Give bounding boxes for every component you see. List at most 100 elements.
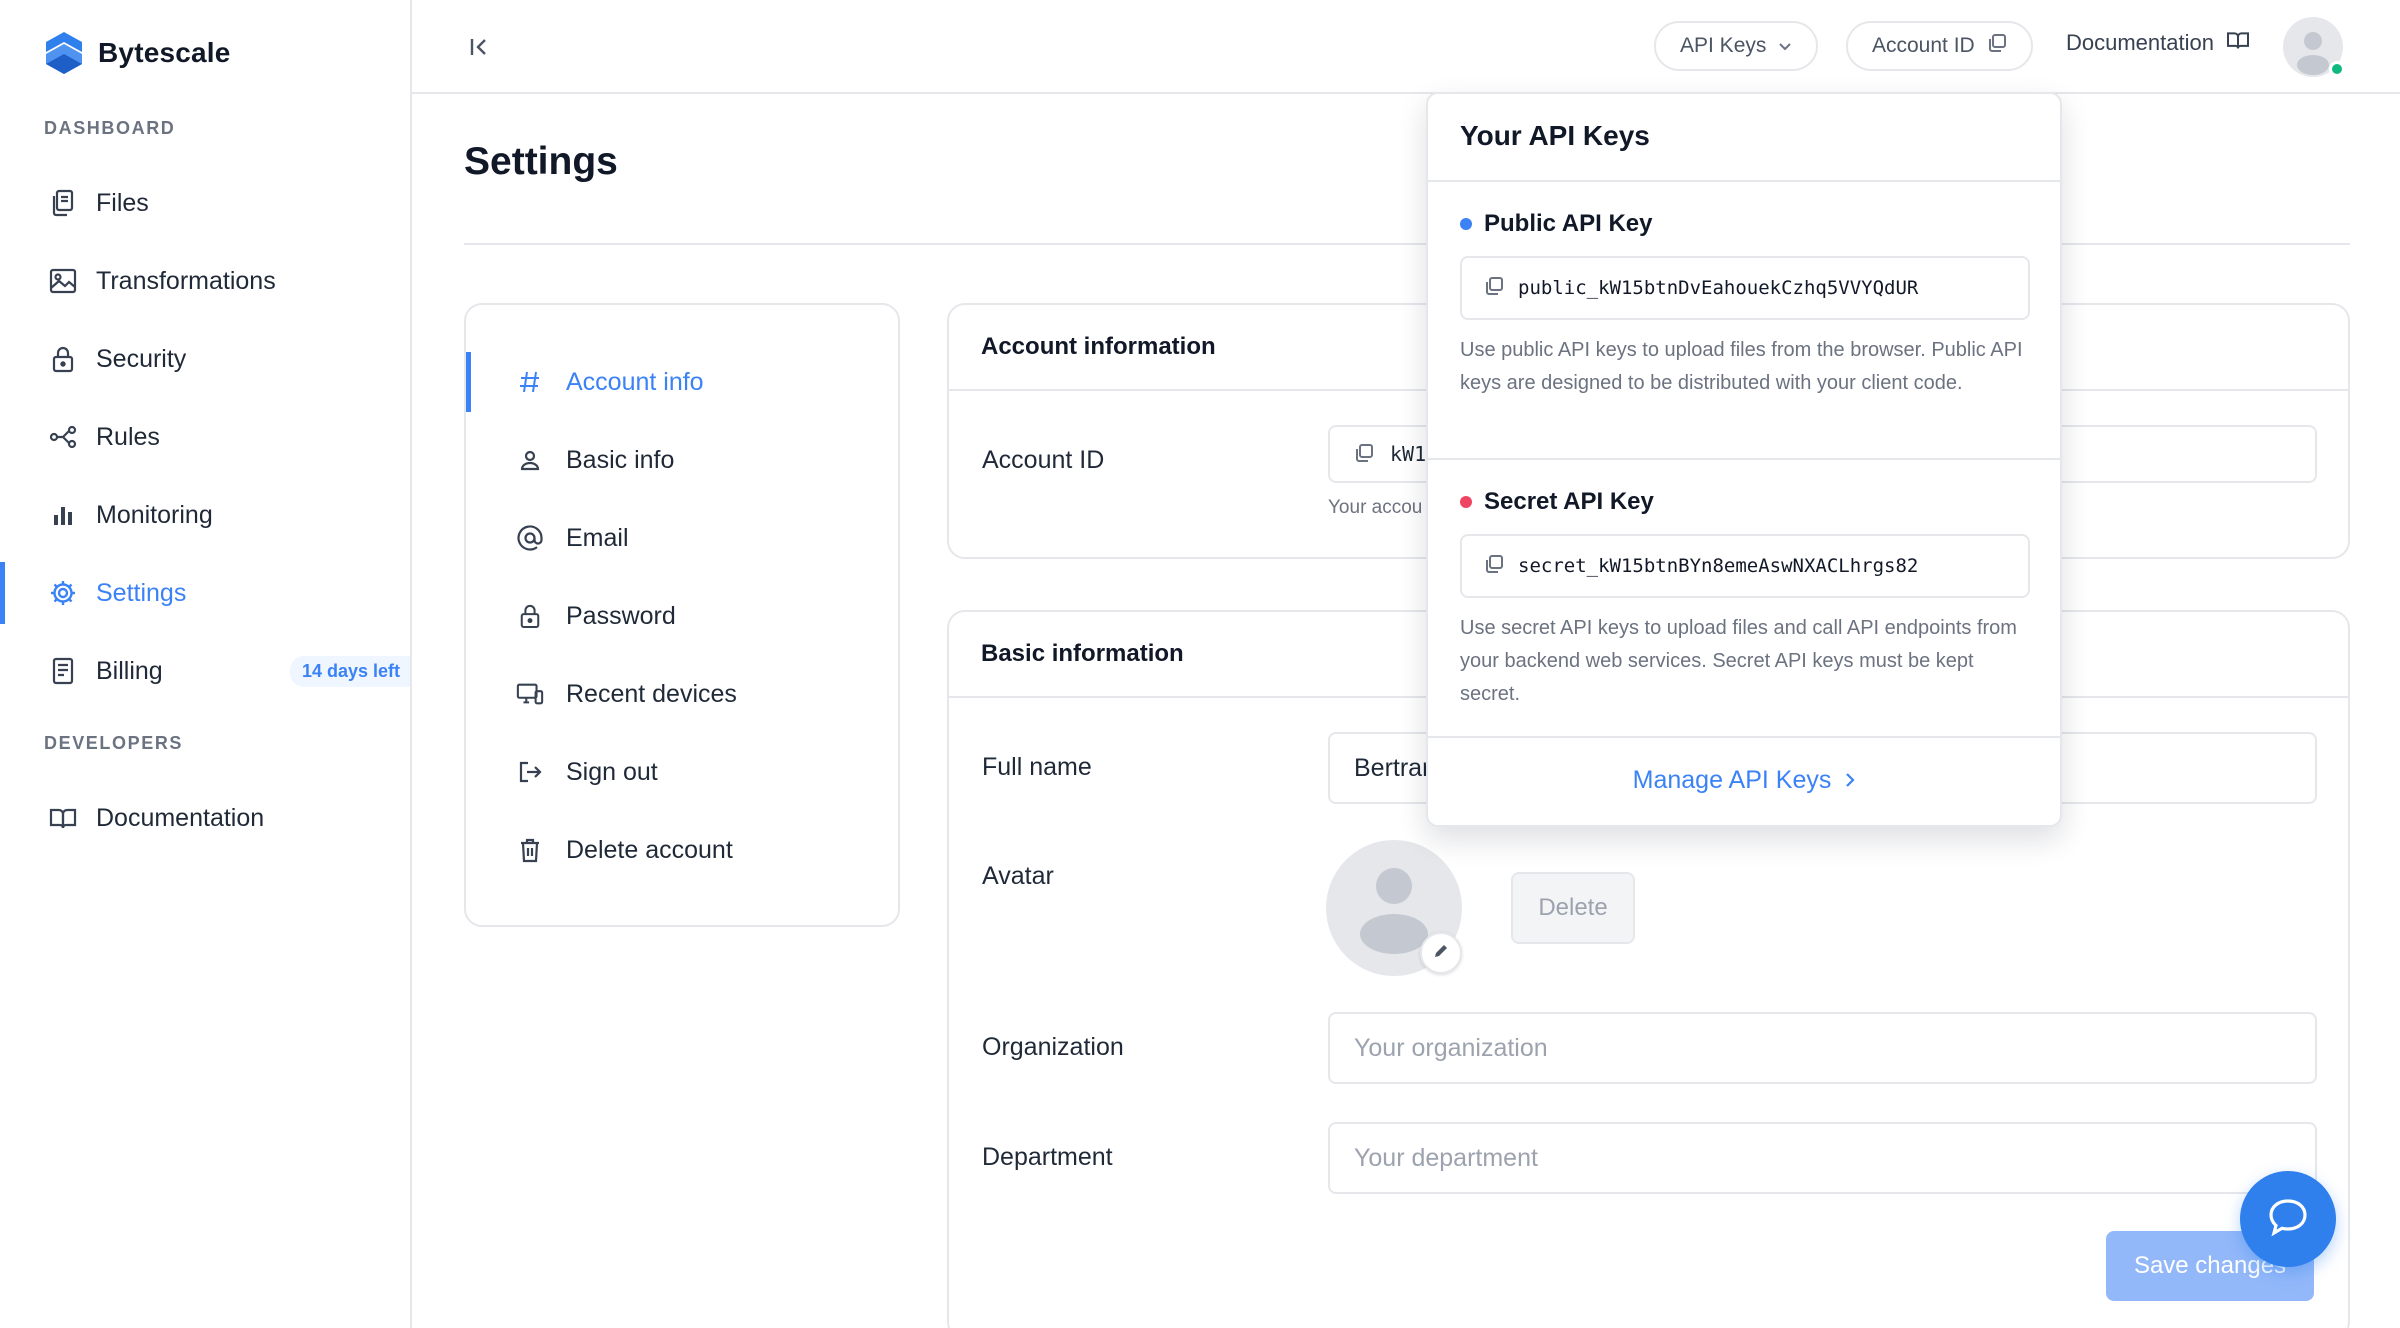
secret-key-dot <box>1460 496 1472 508</box>
sidebar-item-security[interactable]: Security <box>0 328 410 390</box>
chat-support-button[interactable] <box>2240 1171 2336 1267</box>
copy-icon[interactable] <box>1484 276 1504 301</box>
full-name-value: Bertrar <box>1354 753 1431 782</box>
app-name: Bytescale <box>98 37 231 68</box>
divider <box>1428 180 2060 182</box>
edit-avatar-button[interactable] <box>1420 932 1462 974</box>
copy-icon <box>1987 33 2007 59</box>
book-icon <box>48 803 78 833</box>
copy-icon[interactable] <box>1354 440 1374 469</box>
account-id-label: Account ID <box>1872 34 1975 57</box>
public-key-value: public_kW15btnDvEahouekCzhq5VVYQdUR <box>1518 277 1919 299</box>
submenu-item-label: Sign out <box>566 757 658 786</box>
account-id-button[interactable]: Account ID <box>1846 21 2033 71</box>
sidebar-item-label: Files <box>96 188 149 217</box>
submenu-item-sign-out[interactable]: Sign out <box>466 742 898 802</box>
sidebar-item-settings[interactable]: Settings <box>0 562 410 624</box>
organization-placeholder: Your organization <box>1354 1033 1548 1062</box>
gear-icon <box>48 578 78 608</box>
book-icon <box>2226 30 2250 56</box>
full-name-field-label: Full name <box>982 753 1092 781</box>
delete-avatar-button[interactable]: Delete <box>1511 872 1635 944</box>
sidebar-item-documentation[interactable]: Documentation <box>0 787 410 849</box>
page-title: Settings <box>464 140 618 183</box>
avatar-field-label: Avatar <box>982 862 1054 890</box>
manage-api-keys-link[interactable]: Manage API Keys <box>1428 766 2060 795</box>
documentation-link[interactable]: Documentation <box>2066 30 2250 56</box>
lock-icon <box>48 344 78 374</box>
department-placeholder: Your department <box>1354 1143 1538 1172</box>
sidebar-item-transformations[interactable]: Transformations <box>0 250 410 312</box>
sidebar-item-rules[interactable]: Rules <box>0 406 410 468</box>
submenu-item-label: Account info <box>566 367 704 396</box>
settings-submenu: Account info Basic info Email Password R… <box>464 303 900 927</box>
submenu-item-label: Delete account <box>566 835 733 864</box>
files-icon <box>48 188 78 218</box>
divider <box>464 243 2350 245</box>
copy-icon[interactable] <box>1484 554 1504 579</box>
public-key-name: Public API Key <box>1484 210 1653 237</box>
image-icon <box>48 266 78 296</box>
account-id-help-text: Your accou <box>1328 497 1423 518</box>
hash-icon <box>516 368 544 396</box>
user-icon <box>516 446 544 474</box>
sidebar: Bytescale DASHBOARD Files Transformation… <box>0 0 412 1328</box>
sidebar-item-label: Monitoring <box>96 500 213 529</box>
account-id-field-label: Account ID <box>982 446 1105 474</box>
secret-key-heading: Secret API Key <box>1460 488 1654 516</box>
manage-api-keys-label: Manage API Keys <box>1632 766 1832 794</box>
public-key-field[interactable]: public_kW15btnDvEahouekCzhq5VVYQdUR <box>1460 256 2030 320</box>
submenu-item-account-info[interactable]: Account info <box>466 352 898 412</box>
department-input[interactable]: Your department <box>1328 1122 2317 1194</box>
collapse-sidebar-icon[interactable] <box>464 32 494 62</box>
sidebar-item-label: Transformations <box>96 266 276 295</box>
public-key-dot <box>1460 218 1472 230</box>
bar-chart-icon <box>48 500 78 530</box>
api-keys-button[interactable]: API Keys <box>1654 21 1819 71</box>
sidebar-item-label: Settings <box>96 578 187 607</box>
dropdown-title: Your API Keys <box>1460 120 1650 151</box>
submenu-item-recent-devices[interactable]: Recent devices <box>466 664 898 724</box>
at-icon <box>516 524 544 552</box>
online-status-dot <box>2329 61 2345 77</box>
submenu-item-basic-info[interactable]: Basic info <box>466 430 898 490</box>
divider <box>1428 458 2060 460</box>
api-keys-label: API Keys <box>1680 34 1767 57</box>
account-id-value: kW1 <box>1390 442 1427 466</box>
chevron-right-icon <box>1845 766 1855 795</box>
submenu-item-delete-account[interactable]: Delete account <box>466 820 898 880</box>
bytescale-logo-icon <box>46 32 82 74</box>
sidebar-item-label: Security <box>96 344 187 373</box>
receipt-icon <box>48 656 78 686</box>
sidebar-item-label: Billing <box>96 656 163 685</box>
sidebar-item-files[interactable]: Files <box>0 172 410 234</box>
sidebar-item-billing[interactable]: Billing 14 days left <box>0 640 410 702</box>
submenu-item-label: Recent devices <box>566 679 737 708</box>
submenu-item-label: Basic info <box>566 445 675 474</box>
public-key-heading: Public API Key <box>1460 210 1653 238</box>
secret-key-value: secret_kW15btnBYn8emeAswNXACLhrgs82 <box>1518 555 1919 577</box>
pencil-icon <box>1433 943 1449 964</box>
divider <box>1428 736 2060 738</box>
organization-field-label: Organization <box>982 1033 1124 1061</box>
logo[interactable]: Bytescale <box>44 30 231 76</box>
devices-icon <box>516 680 544 708</box>
secret-key-description: Use secret API keys to upload files and … <box>1460 617 2017 705</box>
public-key-description: Use public API keys to upload files from… <box>1460 339 2023 394</box>
secret-key-field[interactable]: secret_kW15btnBYn8emeAswNXACLhrgs82 <box>1460 534 2030 598</box>
organization-input[interactable]: Your organization <box>1328 1012 2317 1084</box>
chat-bubble-icon <box>2267 1197 2309 1242</box>
sidebar-item-label: Rules <box>96 422 160 451</box>
submenu-item-label: Password <box>566 601 676 630</box>
section-label-developers: DEVELOPERS <box>44 733 184 753</box>
rules-icon <box>48 422 78 452</box>
submenu-item-email[interactable]: Email <box>466 508 898 568</box>
lock-icon <box>516 602 544 630</box>
chevron-down-icon <box>1778 34 1792 58</box>
topbar: API Keys Account ID Documentation <box>412 0 2400 94</box>
api-keys-dropdown: Your API Keys Public API Key public_kW15… <box>1426 92 2062 827</box>
documentation-label: Documentation <box>2066 30 2214 55</box>
submenu-item-password[interactable]: Password <box>466 586 898 646</box>
sidebar-item-monitoring[interactable]: Monitoring <box>0 484 410 546</box>
section-label-dashboard: DASHBOARD <box>44 118 176 138</box>
